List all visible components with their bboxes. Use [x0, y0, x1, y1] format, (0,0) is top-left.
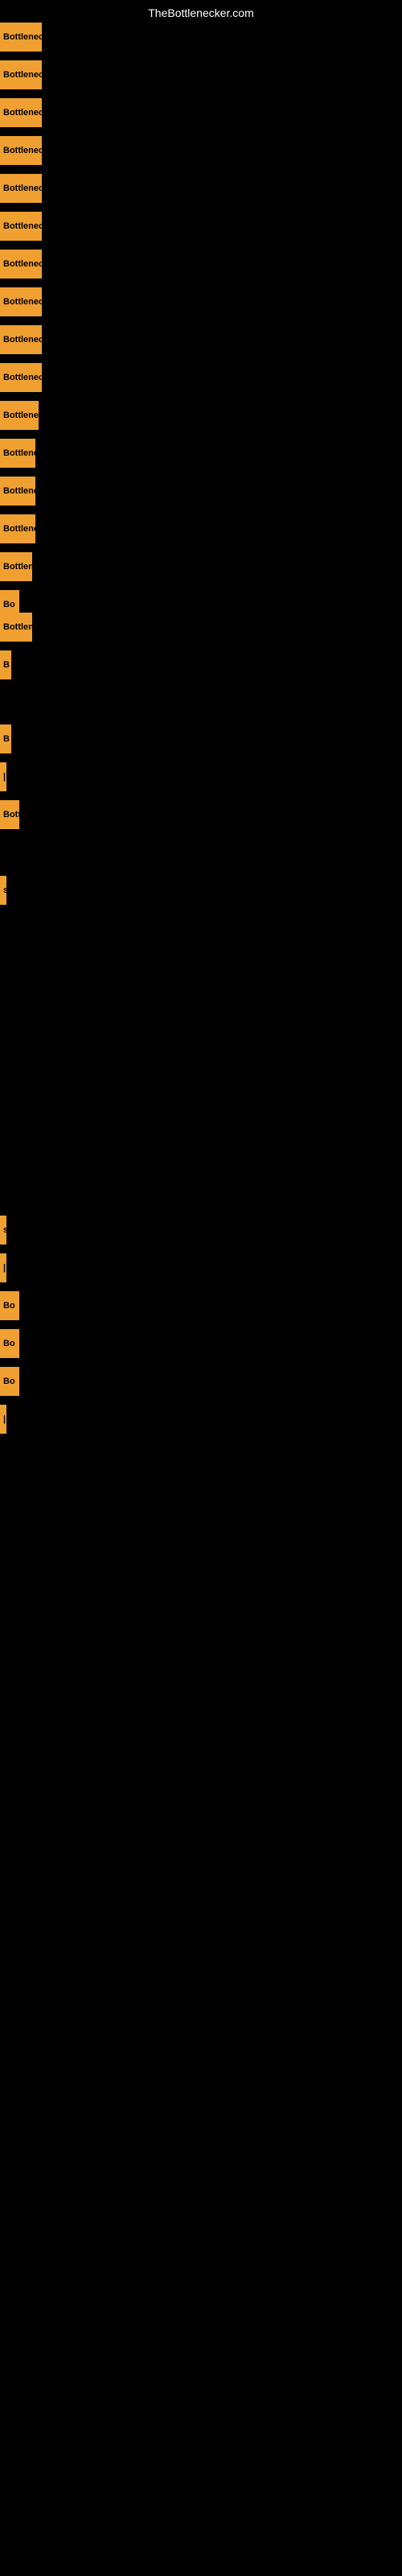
bottleneck-bar-7: Bottleneck resu [0, 250, 42, 279]
bottleneck-bar-9: Bottleneck resu [0, 325, 42, 354]
bottleneck-bar-label-28: | [3, 1414, 6, 1424]
bottleneck-bar-label-24: | [3, 1263, 6, 1273]
bottleneck-bar-14: Bottleneck re [0, 514, 35, 543]
bottleneck-bar-label-22: s [3, 886, 6, 895]
bottleneck-bar-label-4: Bottleneck resu [3, 146, 42, 155]
bottleneck-bar-label-21: Bott [3, 810, 19, 819]
bottleneck-bar-label-12: Bottleneck re [3, 448, 35, 458]
bottleneck-bar-label-5: Bottleneck resu [3, 184, 42, 193]
bottleneck-bar-label-14: Bottleneck re [3, 524, 35, 534]
bottleneck-bar-20: | [0, 762, 6, 791]
bottleneck-bar-24: | [0, 1253, 6, 1282]
bottleneck-bar-10: Bottleneck resu [0, 363, 42, 392]
bottleneck-bar-label-26: Bo [3, 1339, 15, 1348]
bottleneck-bar-18: B [0, 650, 11, 679]
bottleneck-bar-11: Bottleneck res [0, 401, 39, 430]
bottleneck-bar-label-27: Bo [3, 1377, 15, 1386]
bottleneck-bar-label-2: Bottleneck resu [3, 70, 42, 80]
bottleneck-bar-label-23: s [3, 1225, 6, 1235]
bottleneck-bar-label-11: Bottleneck res [3, 411, 39, 420]
bottleneck-bar-label-18: B [3, 660, 10, 670]
bottleneck-bar-8: Bottleneck resu [0, 287, 42, 316]
bottleneck-bar-23: s [0, 1216, 6, 1245]
bottleneck-bar-1: Bottleneck resu [0, 23, 42, 52]
bottleneck-bar-label-3: Bottleneck resu [3, 108, 42, 118]
bottleneck-bar-17: Bottlen [0, 613, 32, 642]
bottleneck-bar-19: B [0, 724, 11, 753]
bottleneck-bar-3: Bottleneck resu [0, 98, 42, 127]
bottleneck-bar-label-15: Bottlene [3, 562, 32, 572]
bottleneck-bar-label-13: Bottleneck re [3, 486, 35, 496]
bottleneck-bar-label-6: Bottleneck resu [3, 221, 42, 231]
bottleneck-bar-12: Bottleneck re [0, 439, 35, 468]
bottleneck-bar-21: Bott [0, 800, 19, 829]
bottleneck-bar-5: Bottleneck resu [0, 174, 42, 203]
bottleneck-bar-label-16: Bo [3, 600, 15, 609]
bottleneck-bar-label-7: Bottleneck resu [3, 259, 42, 269]
bottleneck-bar-15: Bottlene [0, 552, 32, 581]
bottleneck-bar-label-20: | [3, 772, 6, 782]
bottleneck-bar-label-9: Bottleneck resu [3, 335, 42, 345]
bottleneck-bar-label-8: Bottleneck resu [3, 297, 42, 307]
bottleneck-bar-22: s [0, 876, 6, 905]
bottleneck-bar-13: Bottleneck re [0, 477, 35, 506]
bottleneck-bar-26: Bo [0, 1329, 19, 1358]
bottleneck-bar-label-25: Bo [3, 1301, 15, 1311]
bottleneck-bar-label-10: Bottleneck resu [3, 373, 42, 382]
bottleneck-bar-28: | [0, 1405, 6, 1434]
bottleneck-bar-label-17: Bottlen [3, 622, 32, 632]
bottleneck-bar-6: Bottleneck resu [0, 212, 42, 241]
site-title: TheBottlenecker.com [148, 6, 254, 19]
bottleneck-bar-25: Bo [0, 1291, 19, 1320]
bottleneck-bar-2: Bottleneck resu [0, 60, 42, 89]
bottleneck-bar-4: Bottleneck resu [0, 136, 42, 165]
bottleneck-bar-label-19: B [3, 734, 10, 744]
bottleneck-bar-label-1: Bottleneck resu [3, 32, 42, 42]
bottleneck-bar-27: Bo [0, 1367, 19, 1396]
